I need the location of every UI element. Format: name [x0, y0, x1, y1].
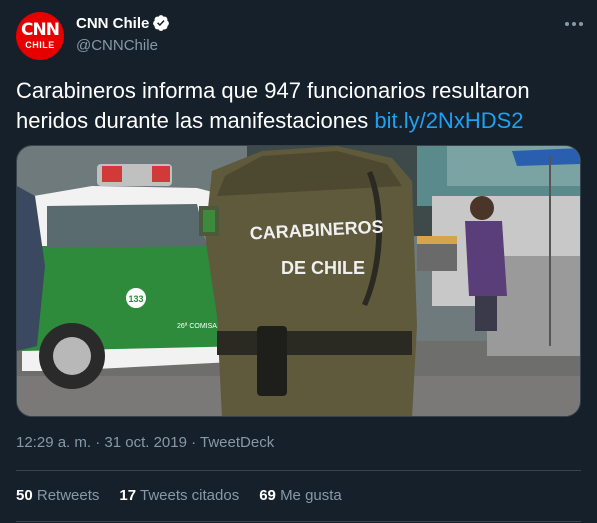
display-name[interactable]: CNN Chile: [76, 15, 149, 32]
more-options-icon[interactable]: [563, 14, 585, 34]
uniform-text-line2: DE CHILE: [281, 258, 365, 278]
quote-tweets-stat[interactable]: 17 Tweets citados: [119, 487, 239, 504]
tweet-text: Carabineros informa que 947 funcionarios…: [16, 76, 581, 136]
carabineros-photo: 133 26ª COMISARIA CARABINEROS DE CHILE: [17, 146, 580, 416]
tweet-link[interactable]: bit.ly/2NxHDS2: [374, 108, 523, 133]
author-handle[interactable]: @CNNChile: [76, 37, 158, 54]
likes-stat[interactable]: 69 Me gusta: [259, 487, 342, 504]
author-name-row[interactable]: CNN Chile: [76, 14, 170, 32]
divider-bottom: [16, 521, 581, 522]
avatar[interactable]: CNN CHILE: [16, 12, 64, 60]
tweet-image[interactable]: 133 26ª COMISARIA CARABINEROS DE CHILE: [16, 145, 581, 417]
likes-count: 69: [259, 487, 276, 504]
divider-top: [16, 470, 581, 471]
tweet-card: CNN CHILE CNN Chile @CNNChile Carabinero…: [0, 0, 597, 523]
retweets-count: 50: [16, 487, 33, 504]
retweets-label: Retweets: [36, 487, 100, 504]
tweet-timestamp[interactable]: 12:29 a. m. · 31 oct. 2019 · TweetDeck: [16, 434, 274, 451]
quote-tweets-count: 17: [119, 487, 137, 504]
engagement-stats: 50 Retweets 17 Tweets citados 69 Me gust…: [16, 487, 362, 504]
likes-label: Me gusta: [280, 487, 342, 504]
verified-badge-icon: [153, 15, 170, 31]
avatar-logo-cnn: CNN: [21, 20, 60, 40]
quote-tweets-label: Tweets citados: [139, 487, 240, 504]
retweets-stat[interactable]: 50 Retweets: [16, 487, 99, 504]
car-number: 133: [128, 294, 143, 304]
ellipsis-icon: [565, 22, 583, 26]
avatar-logo-chile: CHILE: [25, 40, 55, 50]
